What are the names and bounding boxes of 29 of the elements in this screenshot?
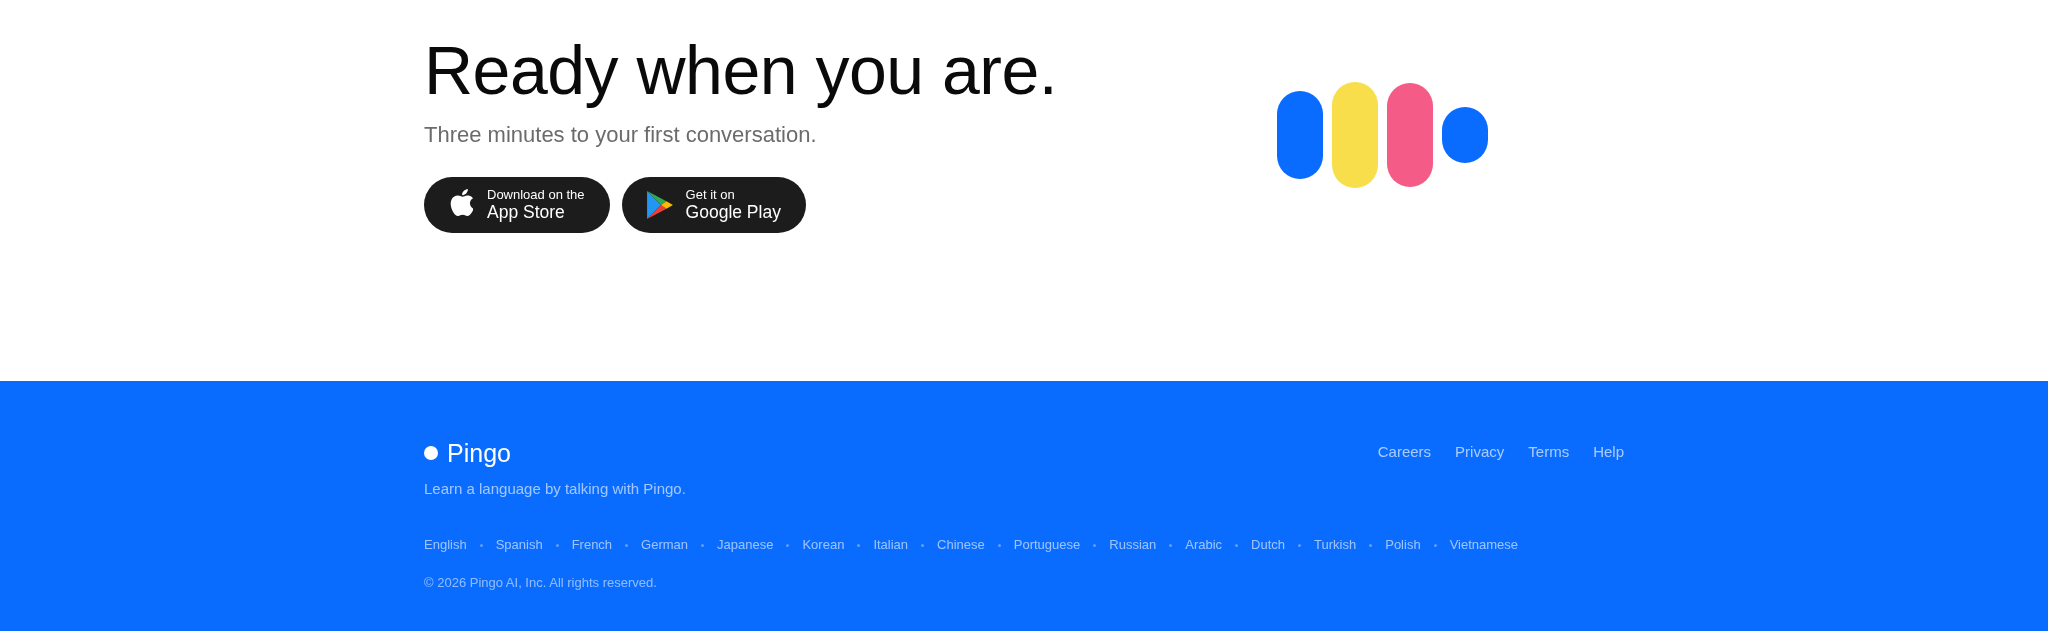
- language-link[interactable]: English: [424, 536, 467, 554]
- language-link[interactable]: Spanish: [495, 536, 543, 554]
- language-link[interactable]: Chinese: [937, 536, 985, 554]
- footer-link[interactable]: Help: [1593, 441, 1624, 462]
- play-triangle-icon: [646, 190, 673, 219]
- language-link[interactable]: Turkish: [1314, 536, 1357, 554]
- language-link[interactable]: French: [571, 536, 613, 554]
- language-link[interactable]: Vietnamese: [1449, 536, 1519, 554]
- headline: Ready when you are.: [424, 33, 1058, 108]
- dot-icon: [424, 446, 438, 460]
- language-link[interactable]: Dutch: [1251, 536, 1286, 554]
- language-link[interactable]: Portuguese: [1013, 536, 1081, 554]
- language-link[interactable]: Arabic: [1185, 536, 1223, 554]
- footer-link[interactable]: Terms: [1528, 441, 1570, 462]
- brand-name[interactable]: Pingo: [447, 438, 511, 468]
- subtitle: Three minutes to your first conversation.: [424, 120, 817, 149]
- language-link[interactable]: German: [641, 536, 689, 554]
- store-download-button[interactable]: Download on the App Store: [424, 176, 610, 233]
- language-link[interactable]: Italian: [873, 536, 909, 554]
- tagline: Learn a language by talking with Pingo.: [424, 479, 686, 499]
- language-link[interactable]: Russian: [1109, 536, 1157, 554]
- footer-link[interactable]: Careers: [1377, 441, 1432, 462]
- apple-icon: [449, 189, 473, 218]
- footer-link[interactable]: Privacy: [1455, 441, 1505, 462]
- language-link[interactable]: Japanese: [717, 536, 774, 554]
- copyright-text: © 2026 Pingo AI, Inc. All rights reserved.: [424, 574, 657, 592]
- language-link[interactable]: Korean: [802, 536, 845, 554]
- language-link[interactable]: Polish: [1385, 536, 1421, 554]
- store-download-button[interactable]: Get it on Google Play: [621, 176, 806, 233]
